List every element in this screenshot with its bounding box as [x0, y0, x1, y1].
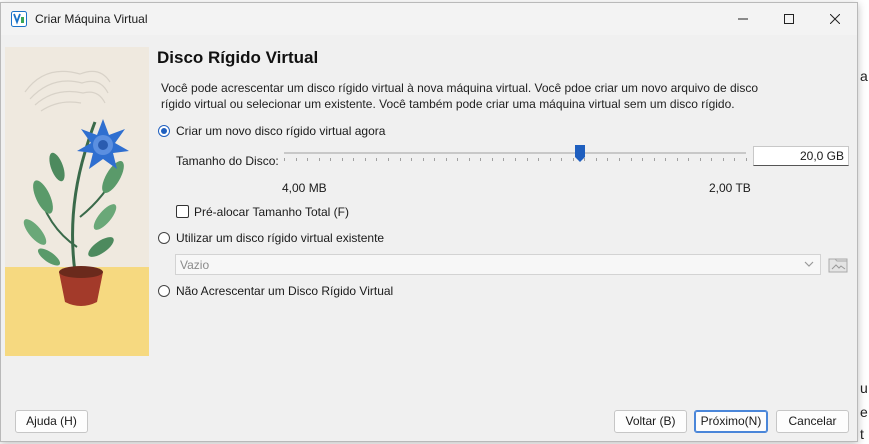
- slider-tick: [411, 158, 412, 161]
- wizard-page: Disco Rígido Virtual Você pode acrescent…: [1, 35, 857, 401]
- virtualbox-icon: [11, 11, 27, 27]
- background-text-fragment: t: [860, 426, 864, 442]
- preallocate-label[interactable]: Pré-alocar Tamanho Total (F): [194, 205, 349, 219]
- slider-tick: [654, 158, 655, 161]
- no-disk-radio[interactable]: [158, 285, 170, 297]
- preallocate-checkbox[interactable]: [176, 205, 189, 218]
- page-description: Você pode acrescentar um disco rígido vi…: [161, 81, 758, 111]
- slider-tick: [388, 158, 389, 161]
- create-new-disk-label[interactable]: Criar um novo disco rígido virtual agora: [176, 124, 385, 138]
- disk-size-label: Tamanho do Disco:: [176, 154, 279, 168]
- slider-tick: [515, 158, 516, 161]
- slider-tick: [619, 158, 620, 161]
- slider-tick: [550, 158, 551, 161]
- minimize-button[interactable]: [720, 3, 766, 35]
- title-bar: Criar Máquina Virtual: [1, 3, 857, 35]
- window-title: Criar Máquina Virtual: [35, 12, 148, 26]
- slider-ticks: [284, 158, 747, 162]
- page-heading: Disco Rígido Virtual: [157, 48, 319, 67]
- next-button[interactable]: Próximo(N): [694, 410, 768, 433]
- plant-illustration: [5, 47, 149, 356]
- slider-max-label: 2,00 TB: [709, 181, 751, 195]
- slider-tick: [665, 158, 666, 161]
- slider-tick: [469, 158, 470, 161]
- slider-tick: [376, 158, 377, 161]
- choose-disk-folder-icon[interactable]: [828, 255, 848, 275]
- slider-tick: [700, 158, 701, 161]
- slider-tick: [711, 158, 712, 161]
- slider-tick: [365, 158, 366, 161]
- chevron-down-icon: [804, 261, 814, 267]
- slider-tick: [296, 158, 297, 161]
- slider-tick: [330, 158, 331, 161]
- slider-tick: [688, 158, 689, 161]
- disk-size-input[interactable]: 20,0 GB: [753, 146, 849, 166]
- slider-tick: [596, 158, 597, 161]
- disk-size-slider[interactable]: [284, 152, 746, 154]
- use-existing-disk-radio[interactable]: [158, 232, 170, 244]
- close-icon: [830, 14, 840, 24]
- slider-tick: [446, 158, 447, 161]
- slider-tick: [307, 158, 308, 161]
- create-vm-dialog: Criar Máquina Virtual Disco Rígido Virtu…: [0, 2, 858, 442]
- slider-tick: [677, 158, 678, 161]
- slider-tick: [538, 158, 539, 161]
- slider-tick: [319, 158, 320, 161]
- slider-tick: [723, 158, 724, 161]
- no-disk-label[interactable]: Não Acrescentar um Disco Rígido Virtual: [176, 284, 393, 298]
- slider-tick: [434, 158, 435, 161]
- background-text-fragment: a: [860, 68, 868, 84]
- slider-tick: [631, 158, 632, 161]
- slider-tick: [284, 158, 285, 161]
- minimize-icon: [738, 18, 748, 20]
- slider-tick: [734, 158, 735, 161]
- slider-tick: [561, 158, 562, 161]
- close-button[interactable]: [812, 3, 858, 35]
- slider-tick: [342, 158, 343, 161]
- create-new-disk-radio[interactable]: [158, 125, 170, 137]
- disk-size-slider-thumb[interactable]: [574, 145, 585, 162]
- slider-tick: [527, 158, 528, 161]
- back-button[interactable]: Voltar (B): [614, 410, 687, 433]
- existing-disk-select-value: Vazio: [180, 258, 210, 272]
- slider-tick: [400, 158, 401, 161]
- slider-min-label: 4,00 MB: [282, 181, 327, 195]
- slider-tick: [457, 158, 458, 161]
- background-text-fragment: e: [860, 404, 868, 420]
- existing-disk-select[interactable]: Vazio: [175, 254, 821, 275]
- maximize-icon: [784, 14, 794, 24]
- background-text-fragment: u: [860, 380, 868, 396]
- help-button[interactable]: Ajuda (H): [15, 410, 88, 433]
- slider-tick: [746, 158, 747, 161]
- slider-tick: [480, 158, 481, 161]
- slider-tick: [642, 158, 643, 161]
- slider-tick: [353, 158, 354, 161]
- slider-tick: [423, 158, 424, 161]
- cancel-button[interactable]: Cancelar: [776, 410, 849, 433]
- use-existing-disk-label[interactable]: Utilizar um disco rígido virtual existen…: [176, 231, 384, 245]
- slider-tick: [492, 158, 493, 161]
- maximize-button[interactable]: [766, 3, 812, 35]
- dialog-footer: Ajuda (H) Voltar (B) Próximo(N) Cancelar: [1, 401, 857, 441]
- slider-tick: [607, 158, 608, 161]
- slider-tick: [503, 158, 504, 161]
